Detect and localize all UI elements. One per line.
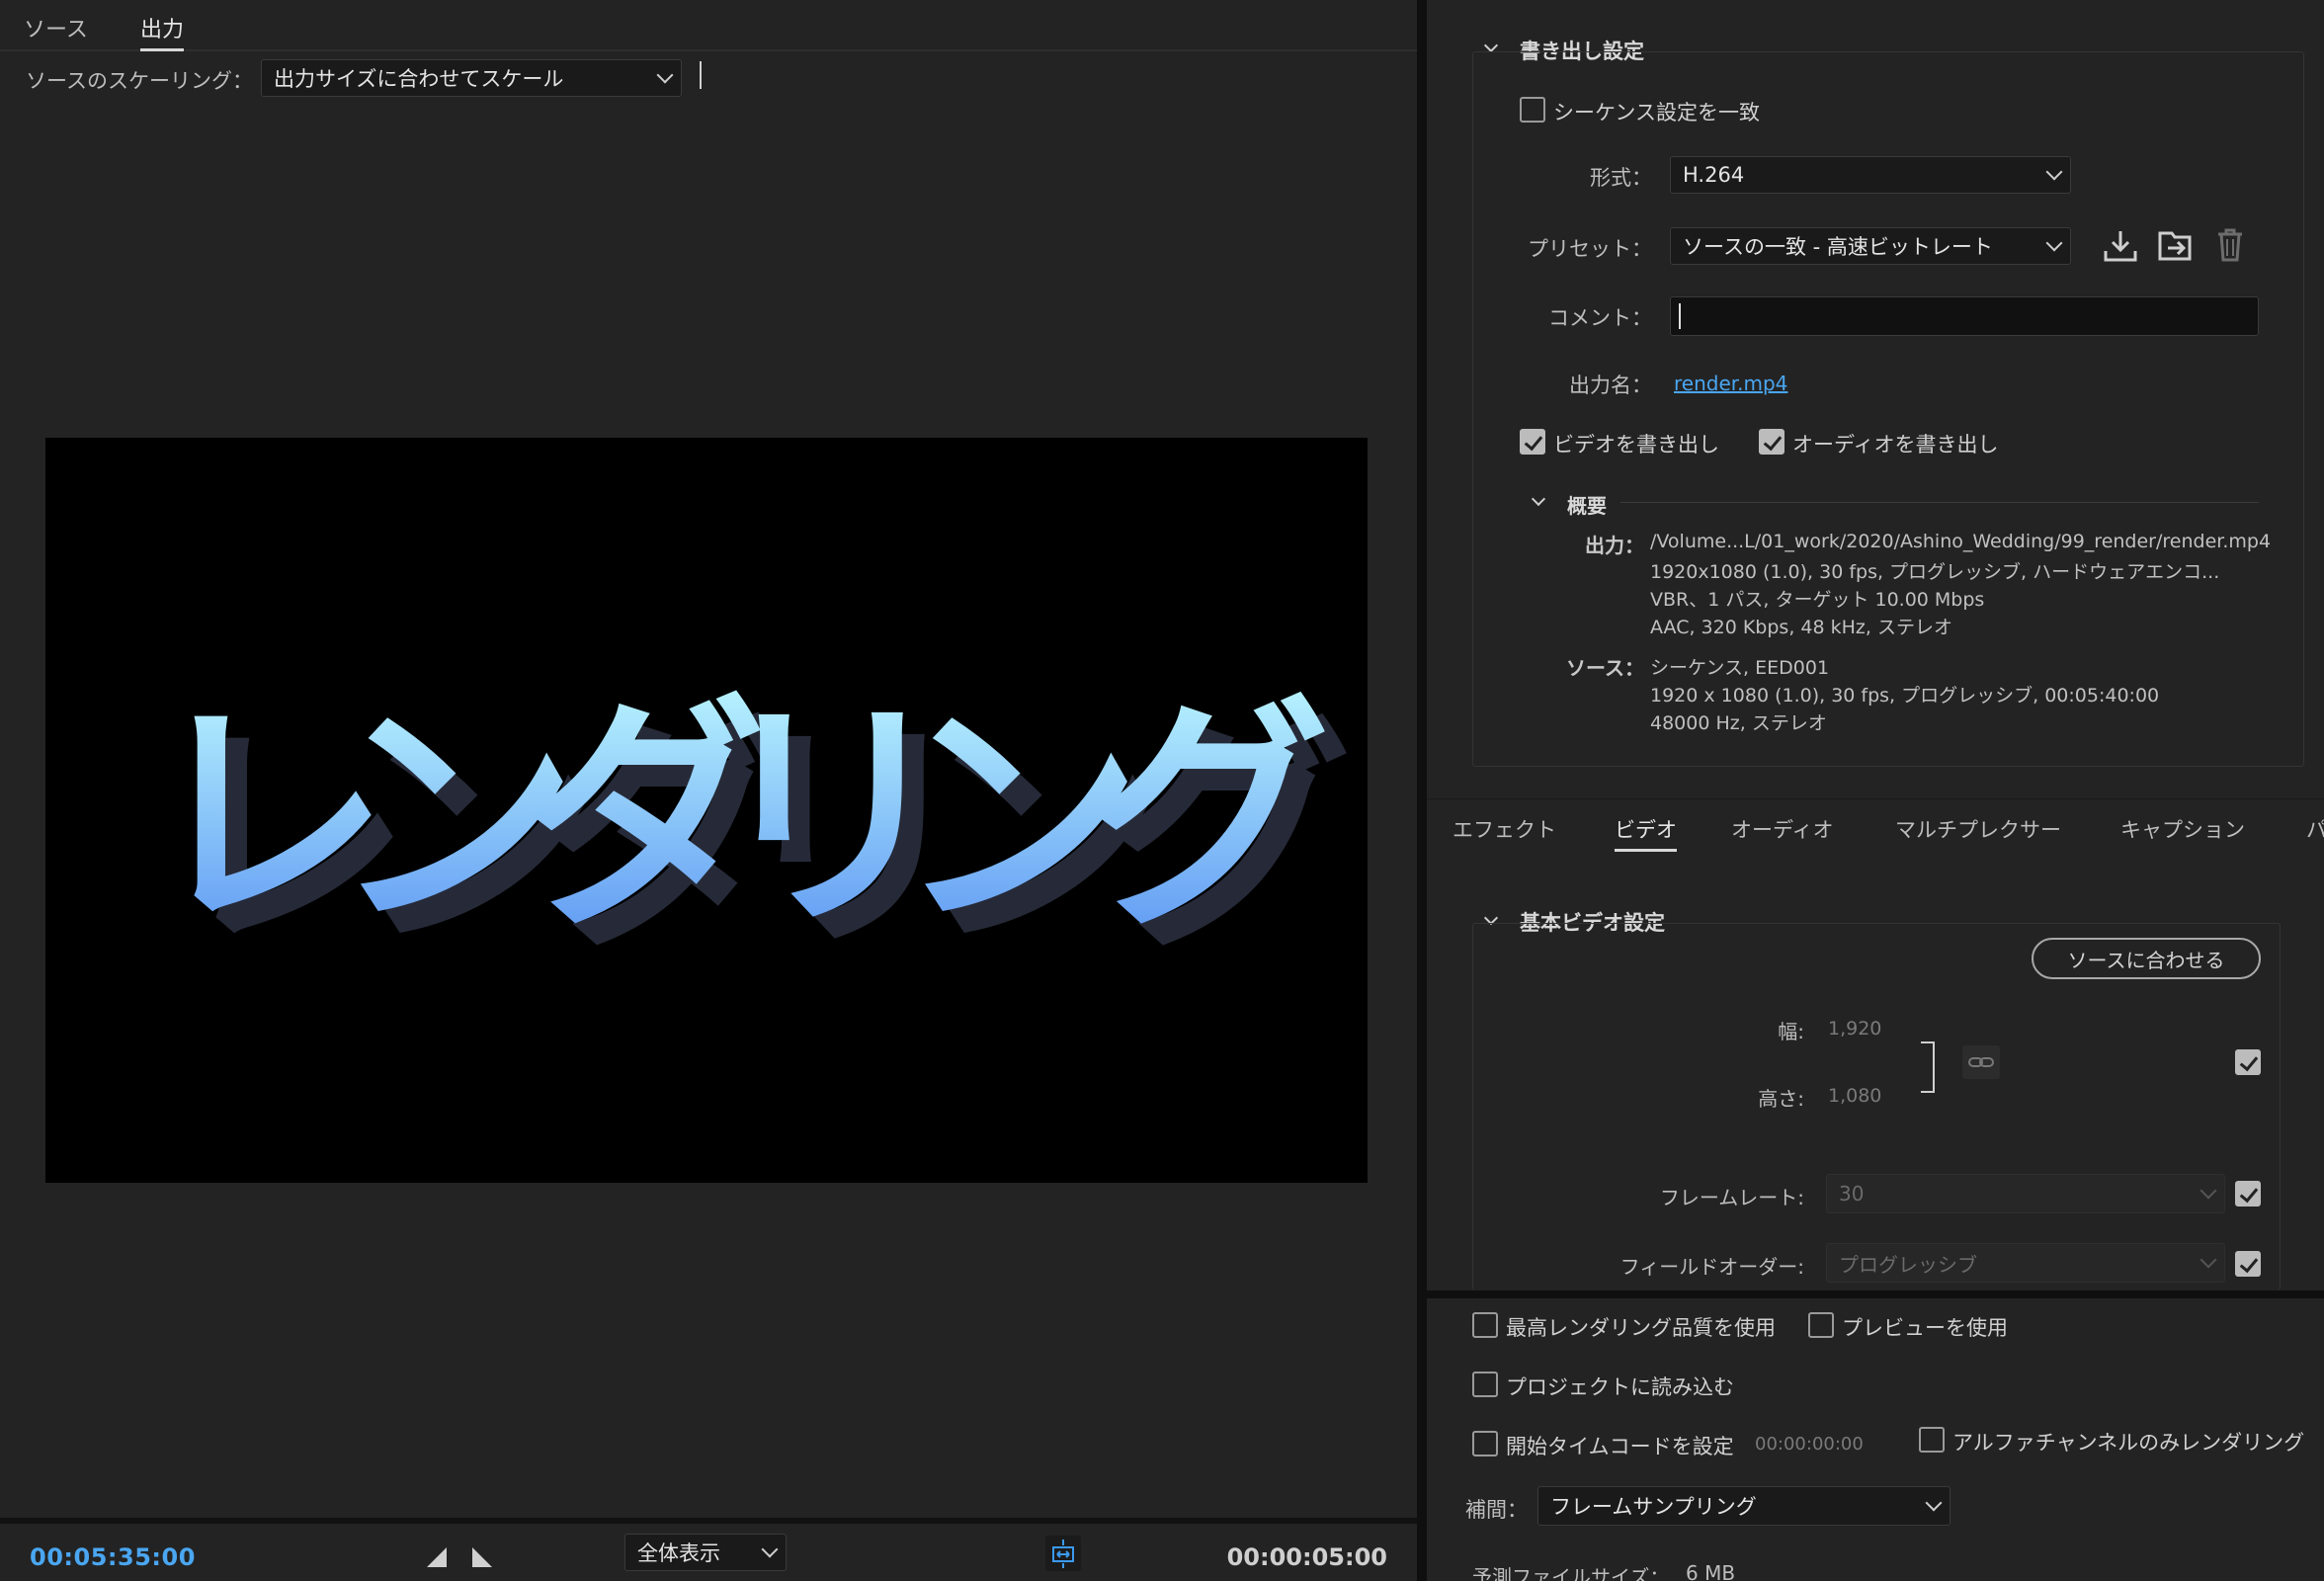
size-override-checkbox[interactable]	[2235, 1049, 2261, 1075]
zoom-dropdown[interactable]: 全体表示	[624, 1534, 787, 1571]
preset-dropdown[interactable]: ソースの一致 - 高速ビットレート	[1670, 227, 2071, 265]
tab-multiplexer[interactable]: マルチプレクサー	[1895, 814, 2061, 844]
estimated-size-label: 予測ファイルサイズ：	[1472, 1565, 1670, 1581]
zoom-value: 全体表示	[637, 1541, 720, 1565]
preview-bottom-bar: 00:05:35:00 全体表示 00:00:05:00	[0, 1518, 1417, 1581]
summary-source-line: 48000 Hz, ステレオ	[1650, 712, 1827, 734]
tabs-top-rule	[1427, 798, 2324, 799]
comment-label: コメント：	[1548, 306, 1652, 330]
export-audio-checkbox[interactable]	[1759, 429, 1784, 455]
summary-output-line: AAC, 320 Kbps, 48 kHz, ステレオ	[1650, 617, 1952, 638]
frame-rate-label: フレームレート:	[1659, 1186, 1804, 1209]
preview-tab-bar: ソース 出力	[0, 0, 1417, 51]
source-scaling-label: ソースのスケーリング：	[26, 69, 253, 93]
interpolation-dropdown[interactable]: フレームサンプリング	[1537, 1486, 1950, 1526]
alpha-only-label: アルファチャンネルのみレンダリング	[1952, 1431, 2305, 1455]
video-preview: レンダリング レンダリング	[45, 438, 1368, 1183]
delete-preset-icon[interactable]	[2215, 227, 2245, 267]
field-order-dropdown[interactable]: プログレッシブ	[1826, 1243, 2225, 1283]
chevron-down-icon	[2045, 234, 2063, 252]
alpha-only-checkbox[interactable]	[1919, 1427, 1945, 1453]
format-value: H.264	[1683, 163, 1745, 187]
chevron-down-icon	[2200, 1182, 2217, 1200]
height-value[interactable]: 1,080	[1828, 1085, 1881, 1107]
export-video-checkbox[interactable]	[1520, 429, 1545, 455]
preview-frame: レンダリング レンダリング	[144, 676, 1352, 982]
mark-in-icon[interactable]	[427, 1547, 447, 1567]
duration-timecode: 00:00:05:00	[1226, 1543, 1387, 1571]
output-name-link[interactable]: render.mp4	[1674, 372, 1787, 395]
summary-output-line: /Volume...L/01_work/2020/Ashino_Wedding/…	[1650, 531, 2272, 552]
match-source-button[interactable]: ソースに合わせる	[2032, 938, 2261, 979]
summary-output-label: 出力：	[1585, 534, 1644, 557]
summary-source-label: ソース：	[1566, 656, 1644, 680]
comment-field[interactable]	[1670, 296, 2259, 336]
preset-value: ソースの一致 - 高速ビットレート	[1683, 235, 1993, 259]
field-order-value: プログレッシブ	[1839, 1252, 1977, 1277]
fit-frame-icon[interactable]	[1045, 1536, 1081, 1571]
frame-rate-checkbox[interactable]	[2235, 1181, 2261, 1207]
match-sequence-checkbox[interactable]	[1520, 97, 1545, 123]
tab-video[interactable]: ビデオ	[1615, 814, 1677, 852]
tab-effect[interactable]: エフェクト	[1452, 814, 1556, 844]
current-timecode[interactable]: 00:05:35:00	[30, 1543, 196, 1571]
frame-rate-value: 30	[1839, 1182, 1865, 1206]
tab-output[interactable]: 出力	[140, 12, 185, 51]
import-project-label: プロジェクトに読み込む	[1506, 1375, 1734, 1399]
interpolation-value: フレームサンプリング	[1550, 1495, 1757, 1519]
frame-rate-dropdown[interactable]: 30	[1826, 1174, 2225, 1213]
mark-out-icon[interactable]	[472, 1547, 492, 1567]
panel-divider[interactable]	[1417, 0, 1427, 1581]
tab-captions[interactable]: キャプション	[2120, 814, 2245, 844]
chevron-down-icon	[2045, 163, 2063, 181]
interpolation-label: 補間：	[1465, 1498, 1528, 1522]
max-quality-checkbox[interactable]	[1472, 1312, 1498, 1338]
comment-caret	[1679, 303, 1681, 329]
save-preset-icon[interactable]	[2103, 229, 2138, 267]
chevron-down-icon	[2200, 1251, 2217, 1269]
source-scaling-value: 出力サイズに合わせてスケール	[274, 67, 564, 91]
summary-output-line: VBR、1 パス, ターゲット 10.00 Mbps	[1650, 589, 1985, 611]
height-label: 高さ:	[1758, 1087, 1804, 1111]
summary-output-line: 1920x1080 (1.0), 30 fps, プログレッシブ, ハードウェア…	[1650, 561, 2220, 583]
width-label: 幅:	[1778, 1020, 1804, 1043]
match-sequence-label: シーケンス設定を一致	[1553, 101, 1760, 125]
link-bracket	[1921, 1041, 1935, 1093]
source-scaling-dropdown[interactable]: 出力サイズに合わせてスケール	[261, 59, 682, 97]
field-order-checkbox[interactable]	[2235, 1251, 2261, 1277]
field-order-label: フィールドオーダー:	[1619, 1255, 1804, 1279]
export-video-label: ビデオを書き出し	[1553, 433, 1719, 457]
format-dropdown[interactable]: H.264	[1670, 156, 2071, 194]
export-preview-panel: ソース 出力 ソースのスケーリング： 出力サイズに合わせてスケール レンダリング…	[0, 0, 1417, 1581]
title-text: レンダリング	[144, 676, 1330, 960]
chevron-down-icon	[761, 1540, 779, 1558]
chevron-down-icon	[1925, 1494, 1943, 1512]
preset-label: プリセット：	[1528, 237, 1652, 261]
width-value[interactable]: 1,920	[1828, 1018, 1881, 1040]
start-timecode-value[interactable]: 00:00:00:00	[1755, 1434, 1864, 1455]
tab-source[interactable]: ソース	[24, 12, 88, 43]
summary-rule	[1620, 502, 2259, 503]
tab-audio[interactable]: オーディオ	[1731, 814, 1834, 844]
tab-publish[interactable]: パ	[2306, 814, 2324, 844]
export-audio-label: オーディオを書き出し	[1792, 433, 1999, 457]
max-quality-label: 最高レンダリング品質を使用	[1506, 1316, 1776, 1340]
summary-source-line: 1920 x 1080 (1.0), 30 fps, プログレッシブ, 00:0…	[1650, 685, 2160, 707]
chevron-down-icon	[656, 66, 674, 84]
import-project-checkbox[interactable]	[1472, 1372, 1498, 1397]
use-preview-label: プレビューを使用	[1842, 1316, 2008, 1340]
link-aspect-icon[interactable]	[1962, 1045, 2000, 1079]
text-caret	[700, 61, 702, 89]
start-timecode-label: 開始タイムコードを設定	[1506, 1435, 1734, 1458]
use-preview-checkbox[interactable]	[1808, 1312, 1834, 1338]
output-name-label: 出力名：	[1569, 374, 1652, 397]
estimated-size-value: 6 MB	[1686, 1561, 1736, 1581]
start-timecode-checkbox[interactable]	[1472, 1431, 1498, 1456]
format-label: 形式：	[1590, 166, 1652, 190]
summary-title: 概要	[1567, 494, 1607, 518]
panel-split[interactable]	[1427, 1290, 2324, 1298]
summary-source-line: シーケンス, EED001	[1650, 657, 1830, 679]
import-preset-icon[interactable]	[2156, 229, 2194, 267]
